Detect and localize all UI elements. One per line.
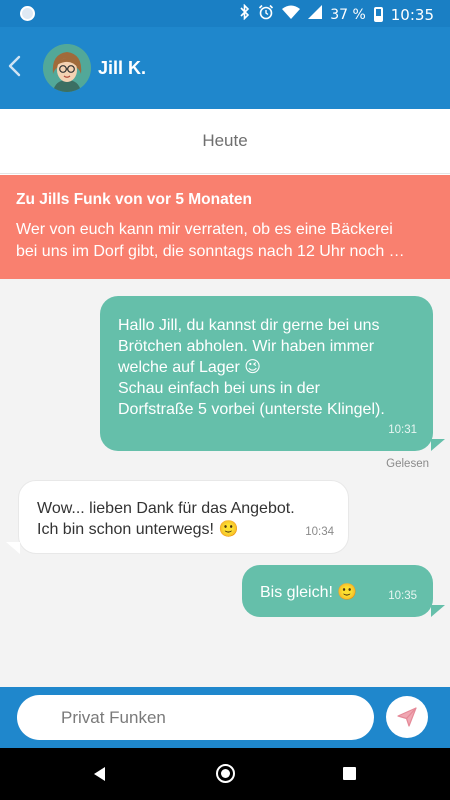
read-status: Gelesen [386,458,429,470]
chat-messages[interactable]: Hallo Jill, du kannst dir gerne bei uns … [0,279,450,687]
message-text: Wow... lieben Dank für das Angebot. Ich … [37,500,295,538]
contact-name[interactable]: Jill K. [98,58,146,79]
nav-home-icon[interactable] [216,764,235,783]
alarm-icon [258,4,274,25]
clock: 10:35 [390,5,434,24]
nav-back-icon[interactable] [94,767,105,781]
app-bar: Jill K. [0,27,450,109]
wifi-icon [282,5,301,24]
quoted-post-title: Zu Jills Funk von vor 5 Monaten [16,191,252,208]
quoted-post-text: Wer von euch kann mir verraten, ob es ei… [16,221,405,260]
message-time: 10:34 [305,526,334,538]
paper-plane-icon [397,707,417,727]
system-nav-bar [0,748,450,800]
message-input[interactable] [17,695,374,740]
avatar[interactable] [43,44,91,92]
battery-icon [373,7,383,22]
message-time: 10:31 [388,424,417,436]
status-bar: 37 % 10:35 [0,0,450,27]
bubble-tail [6,542,20,554]
bubble-tail [431,439,445,451]
chevron-left-icon [8,55,21,77]
message-text: Hallo Jill, du kannst dir gerne bei uns … [118,317,385,418]
message-time: 10:35 [388,590,417,602]
nav-recents-icon[interactable] [343,767,356,780]
composer-bar [0,687,450,748]
send-button[interactable] [386,696,428,738]
message-bubble-outgoing[interactable]: Hallo Jill, du kannst dir gerne bei uns … [100,296,433,451]
message-bubble-incoming[interactable]: Wow... lieben Dank für das Angebot. Ich … [18,480,349,554]
status-icons: 37 % 10:35 [240,3,434,25]
back-button[interactable] [0,47,32,87]
notification-icon [20,6,35,21]
quoted-post-banner[interactable]: Zu Jills Funk von vor 5 Monaten Wer von … [0,175,450,279]
avatar-illustration-icon [43,44,91,92]
battery-percent: 37 % [330,6,366,23]
bluetooth-icon [240,3,250,25]
date-separator: Heute [0,109,450,174]
signal-icon [308,5,323,24]
bubble-tail [431,605,445,617]
message-bubble-outgoing[interactable]: Bis gleich! 🙂 10:35 [242,565,433,617]
